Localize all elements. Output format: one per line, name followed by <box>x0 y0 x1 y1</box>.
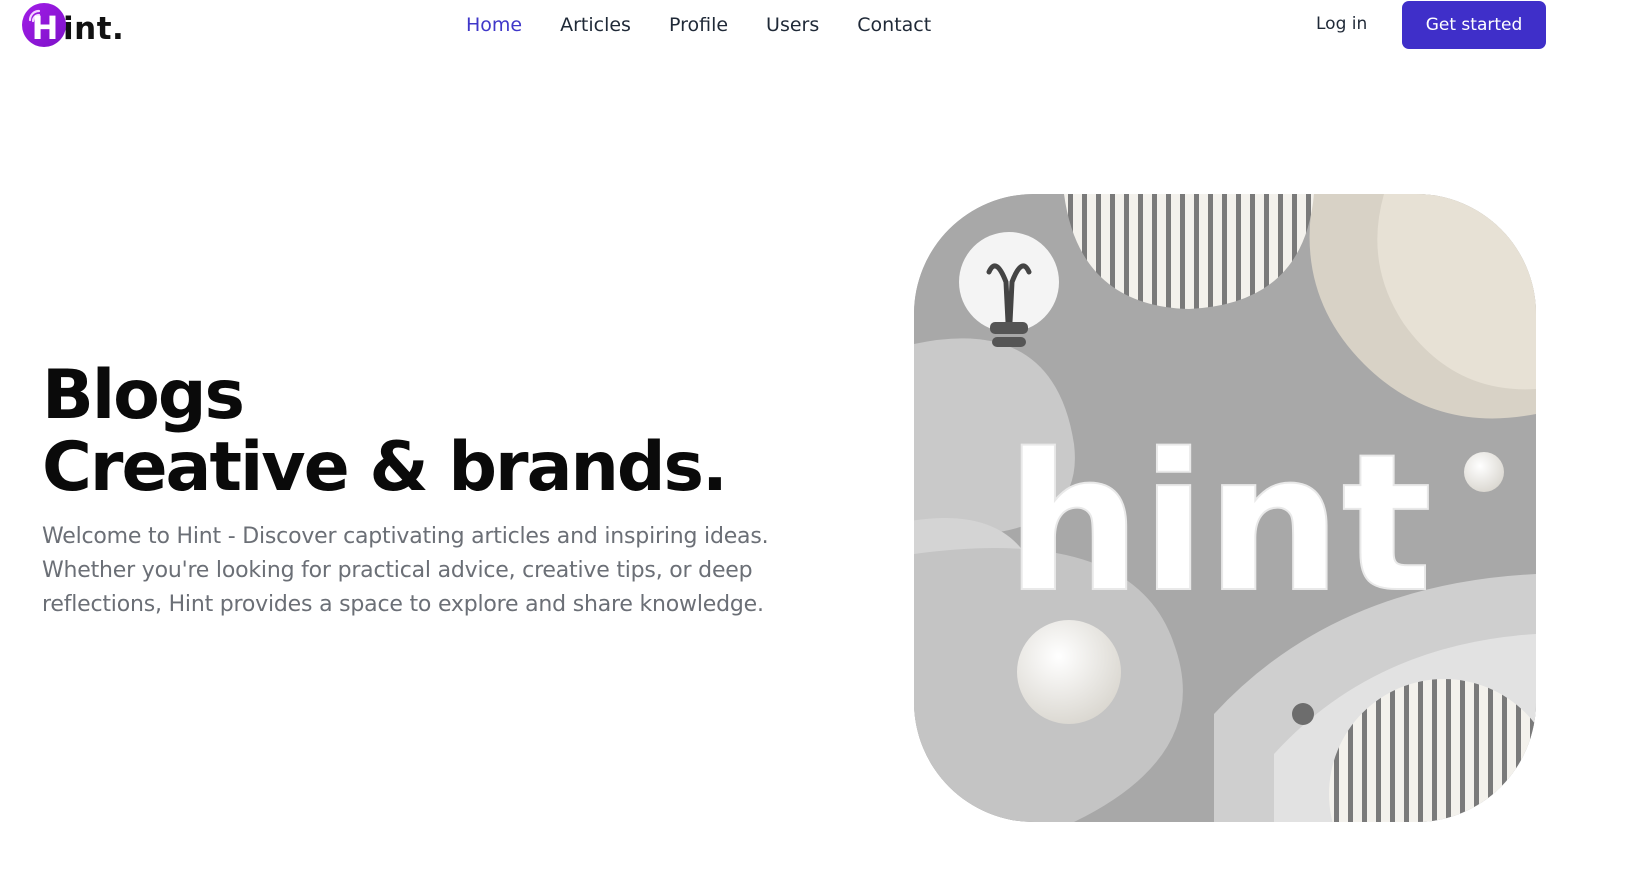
nav-link-profile[interactable]: Profile <box>669 14 728 36</box>
nav-link-users[interactable]: Users <box>766 14 819 36</box>
hero-title-line-1: Blogs <box>42 356 245 435</box>
hero-title-line-2: Creative & brands. <box>42 428 728 507</box>
login-link[interactable]: Log in <box>1316 14 1367 34</box>
hero-description-line-3: reflections, Hint provides a space to ex… <box>42 592 764 617</box>
logo-badge: H <box>22 3 66 47</box>
hero-description: Welcome to Hint - Discover captivating a… <box>42 520 852 622</box>
get-started-button[interactable]: Get started <box>1402 1 1546 49</box>
hero-title: Blogs Creative & brands. <box>42 360 862 504</box>
logo-letter: H <box>31 9 59 47</box>
hero-description-line-2: Whether you're looking for practical adv… <box>42 558 753 583</box>
logo-wordmark: int. <box>63 11 125 47</box>
hero-image-word: hint <box>1006 413 1432 634</box>
nav-link-home[interactable]: Home <box>466 14 522 36</box>
hero-description-line-1: Welcome to Hint - Discover captivating a… <box>42 524 769 549</box>
hero-image: hint <box>914 194 1536 822</box>
main-nav: Home Articles Profile Users Contact <box>466 12 931 38</box>
nav-link-contact[interactable]: Contact <box>857 14 931 36</box>
nav-link-articles[interactable]: Articles <box>560 14 631 36</box>
brand-logo[interactable]: H int. <box>22 3 124 47</box>
site-header: H int. Home Articles Profile Users Conta… <box>0 0 1637 52</box>
hero-illustration: hint <box>914 194 1536 822</box>
